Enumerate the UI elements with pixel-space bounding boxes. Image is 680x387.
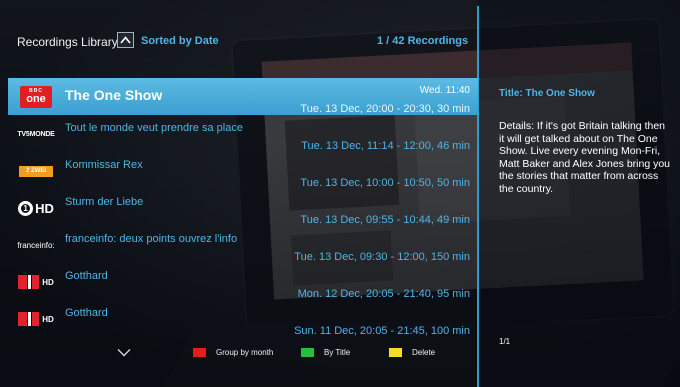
recording-title: Gotthard: [65, 307, 108, 319]
channel-logo-srf: HD: [12, 308, 60, 330]
recording-date: Tue. 13 Dec, 09:55 - 10:44, 49 min: [300, 214, 470, 226]
red-key-icon: [193, 347, 206, 357]
recording-row[interactable]: 2 ZWEI Kommissar Rex Tue. 13 Dec, 10:00 …: [8, 152, 478, 189]
details-title: Title: The One Show: [499, 88, 595, 99]
recording-row-selected[interactable]: BBC one The One Show Wed. 11:40 Tue. 13 …: [8, 78, 478, 115]
recording-date: Tue. 13 Dec, 11:14 - 12:00, 46 min: [301, 140, 470, 152]
recording-title: The One Show: [65, 87, 163, 103]
recording-row[interactable]: 1 HD Sturm der Liebe Tue. 13 Dec, 09:55 …: [8, 189, 478, 226]
recording-date: Tue. 13 Dec, 20:00 - 20:30, 30 min: [300, 103, 470, 115]
recording-title: franceinfo: deux points ouvrez l'info: [65, 233, 238, 245]
yellow-key-icon: [389, 347, 402, 357]
legend-yellow-button[interactable]: Delete: [389, 346, 435, 358]
recording-date: Mon. 12 Dec, 20:05 - 21:40, 95 min: [297, 288, 470, 300]
sort-button[interactable]: [117, 32, 134, 48]
recording-row[interactable]: HD Gotthard Mon. 12 Dec, 20:05 - 21:40, …: [8, 263, 478, 300]
recording-date: Sun. 11 Dec, 20:05 - 21:45, 100 min: [294, 325, 470, 337]
recording-row[interactable]: franceinfo: franceinfo: deux points ouvr…: [8, 226, 478, 263]
recording-title: Kommissar Rex: [65, 159, 143, 171]
channel-logo-srf: HD: [12, 271, 60, 293]
legend-red-button[interactable]: Group by month: [193, 346, 273, 358]
recording-row[interactable]: TV5MONDE Tout le monde veut prendre sa p…: [8, 115, 478, 152]
sort-label: Sorted by Date: [141, 35, 219, 47]
recording-count: 1 / 42 Recordings: [377, 35, 469, 47]
page-title: Recordings Library: [17, 35, 118, 49]
channel-logo-bbc-one: BBC one: [12, 86, 60, 108]
legend-label: Group by month: [216, 347, 274, 357]
chevron-up-icon: [120, 36, 131, 44]
recording-row[interactable]: HD Gotthard Sun. 11 Dec, 20:05 - 21:45, …: [8, 300, 478, 337]
recording-title: Sturm der Liebe: [65, 196, 144, 208]
legend-label: By Title: [324, 347, 351, 357]
channel-logo-zwei: 2 ZWEI: [12, 160, 60, 182]
green-key-icon: [301, 347, 314, 357]
scroll-down-button[interactable]: [114, 345, 134, 359]
list-header: Recordings Library Sorted by Date 1 / 42…: [0, 28, 478, 56]
recording-title: Gotthard: [65, 270, 108, 282]
channel-logo-das-erste: 1 HD: [12, 197, 60, 219]
legend-label: Delete: [412, 347, 436, 357]
recording-date: Tue. 13 Dec, 09:30 - 12:00, 150 min: [294, 251, 470, 263]
channel-logo-franceinfo: franceinfo:: [17, 240, 55, 250]
recording-weekday: Wed. 11:40: [419, 85, 470, 96]
details-body: Details: If it's got Britain talking the…: [499, 120, 671, 195]
recording-title: Tout le monde veut prendre sa place: [65, 122, 243, 134]
chevron-down-icon: [117, 348, 131, 356]
recording-date: Tue. 13 Dec, 10:00 - 10:50, 50 min: [300, 177, 470, 189]
legend-green-button[interactable]: By Title: [301, 346, 350, 358]
page-indicator: 1/1: [499, 337, 511, 346]
channel-logo-tv5: TV5MONDE: [17, 130, 55, 138]
